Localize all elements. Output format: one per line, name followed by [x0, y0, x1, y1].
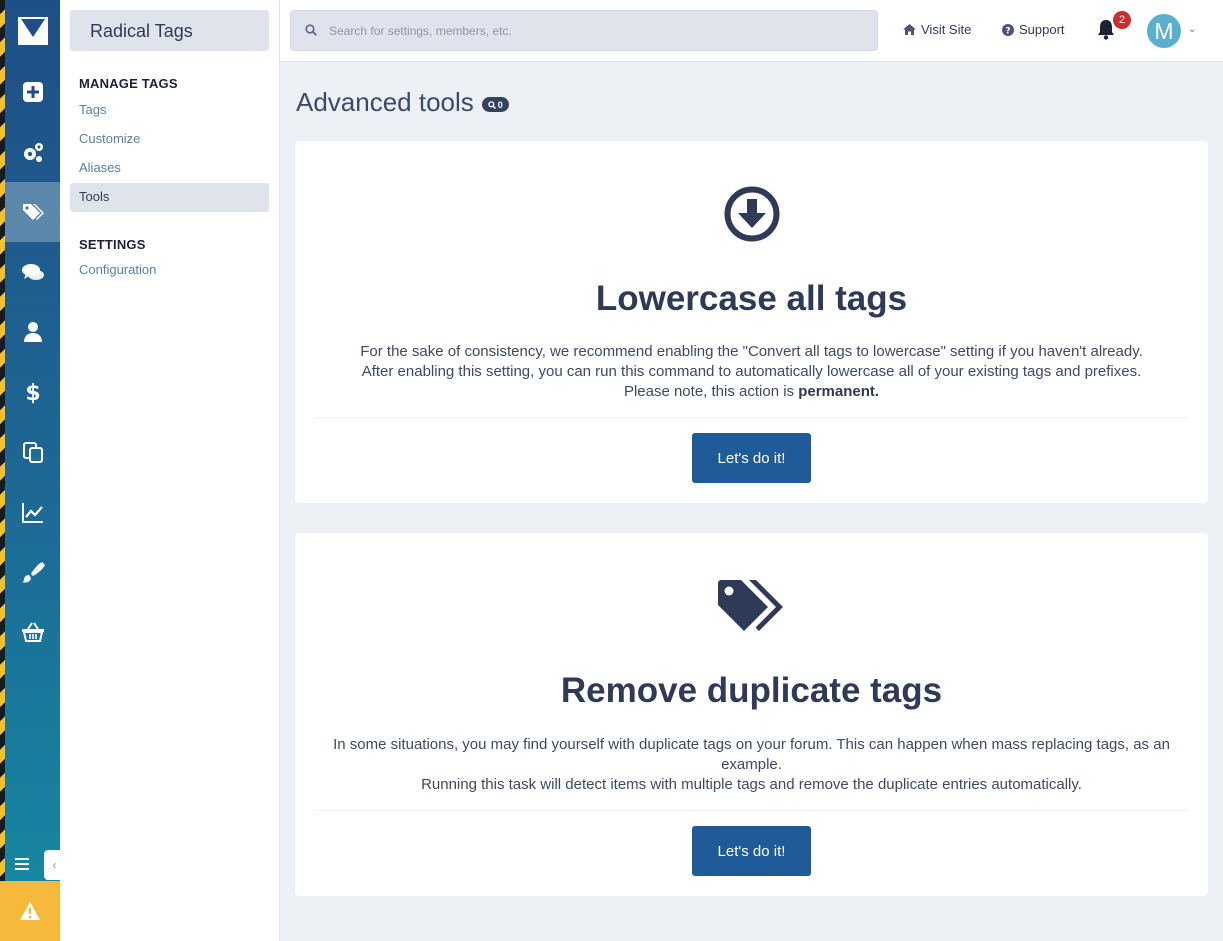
subnav-link-configuration[interactable]: Configuration	[70, 256, 269, 285]
section-heading-manage-tags: MANAGE TAGS	[79, 76, 178, 91]
question-circle-icon: ?	[1002, 23, 1014, 36]
subnav-link-tags[interactable]: Tags	[70, 96, 269, 125]
rail-item-add[interactable]	[5, 62, 60, 122]
paint-brush-icon	[21, 562, 45, 583]
addon-title: Radical Tags	[70, 10, 269, 51]
tool-card-lowercase: Lowercase all tags For the sake of consi…	[295, 141, 1208, 503]
rail-item-forums[interactable]	[5, 242, 60, 302]
search-keywords-count: 0	[497, 99, 503, 110]
rail-item-appearance[interactable]	[5, 542, 60, 602]
search-keywords-pill[interactable]: 0	[481, 97, 509, 112]
subnav-link-customize[interactable]: Customize	[70, 125, 269, 154]
rail-item-addons[interactable]	[5, 602, 60, 662]
section-heading-settings: SETTINGS	[79, 237, 146, 252]
gears-icon	[23, 143, 43, 162]
subnav-link-tools[interactable]: Tools	[70, 183, 269, 212]
rail-item-content[interactable]	[5, 422, 60, 482]
arrow-circle-down-icon	[724, 186, 779, 242]
rail-item-users[interactable]	[5, 302, 60, 362]
sub-navigation: Radical Tags MANAGE TAGS Tags Customize …	[60, 0, 280, 941]
support-label: Support	[1019, 22, 1065, 37]
user-avatar[interactable]: M	[1147, 14, 1181, 48]
hamburger-menu-icon[interactable]	[15, 858, 29, 870]
basket-icon	[21, 622, 44, 642]
description-line: After enabling this setting, you can run…	[361, 363, 1142, 380]
tool-heading: Remove duplicate tags	[560, 671, 943, 710]
run-lowercase-button[interactable]: Let's do it!	[692, 433, 811, 483]
search-icon	[488, 100, 496, 109]
svg-text:?: ?	[1005, 26, 1010, 36]
comments-icon	[21, 264, 44, 280]
app-logo[interactable]	[5, 0, 60, 62]
plus-square-icon	[22, 82, 43, 102]
home-icon	[903, 24, 916, 35]
user-icon	[23, 322, 42, 342]
search-box	[290, 10, 878, 51]
top-bar: Visit Site ? Support 2 M ⌄	[280, 0, 1223, 62]
description-line: Running this task will detect items with…	[421, 776, 1082, 793]
tool-heading: Lowercase all tags	[595, 279, 908, 318]
dollar-icon: $	[25, 381, 40, 404]
run-remove-duplicates-button[interactable]: Let's do it!	[692, 826, 811, 876]
warning-indicator[interactable]	[0, 881, 60, 941]
admin-icon-rail: $ ‹	[0, 0, 65, 941]
description-line: In some situations, you may find yoursel…	[333, 736, 1170, 773]
visit-site-label: Visit Site	[921, 22, 972, 37]
support-link[interactable]: ? Support	[1002, 22, 1065, 37]
description-line: Please note, this action is permanent.	[315, 382, 1188, 402]
tool-description: In some situations, you may find yoursel…	[315, 735, 1188, 795]
tags-icon	[22, 204, 44, 220]
chevron-down-icon[interactable]: ⌄	[1188, 24, 1196, 35]
rail-item-tags[interactable]	[5, 182, 60, 242]
tags-icon	[717, 580, 783, 631]
line-chart-icon	[21, 503, 43, 523]
card-divider	[315, 810, 1188, 811]
page-title-text: Advanced tools	[296, 87, 474, 117]
copy-icon	[22, 442, 43, 463]
description-note: Please note, this action is	[623, 383, 799, 400]
tool-card-remove-duplicates: Remove duplicate tags In some situations…	[295, 533, 1208, 896]
tool-description: For the sake of consistency, we recommen…	[315, 342, 1188, 402]
page-title: Advanced tools 0	[296, 87, 509, 118]
logo-mark-icon	[17, 17, 48, 45]
rail-footer: ‹	[5, 850, 65, 880]
notification-count-badge: 2	[1113, 11, 1131, 29]
card-divider	[315, 417, 1188, 418]
svg-text:$: $	[25, 381, 40, 404]
description-line: For the sake of consistency, we recommen…	[360, 343, 1143, 360]
rail-item-setup[interactable]	[5, 122, 60, 182]
search-input[interactable]	[329, 11, 869, 50]
rail-item-groups-upgrades[interactable]: $	[5, 362, 60, 422]
visit-site-link[interactable]: Visit Site	[903, 22, 971, 37]
description-emphasis: permanent.	[798, 383, 880, 400]
search-icon	[305, 24, 317, 36]
warning-triangle-icon	[20, 902, 40, 920]
subnav-link-aliases[interactable]: Aliases	[70, 154, 269, 183]
rail-item-stats[interactable]	[5, 482, 60, 542]
